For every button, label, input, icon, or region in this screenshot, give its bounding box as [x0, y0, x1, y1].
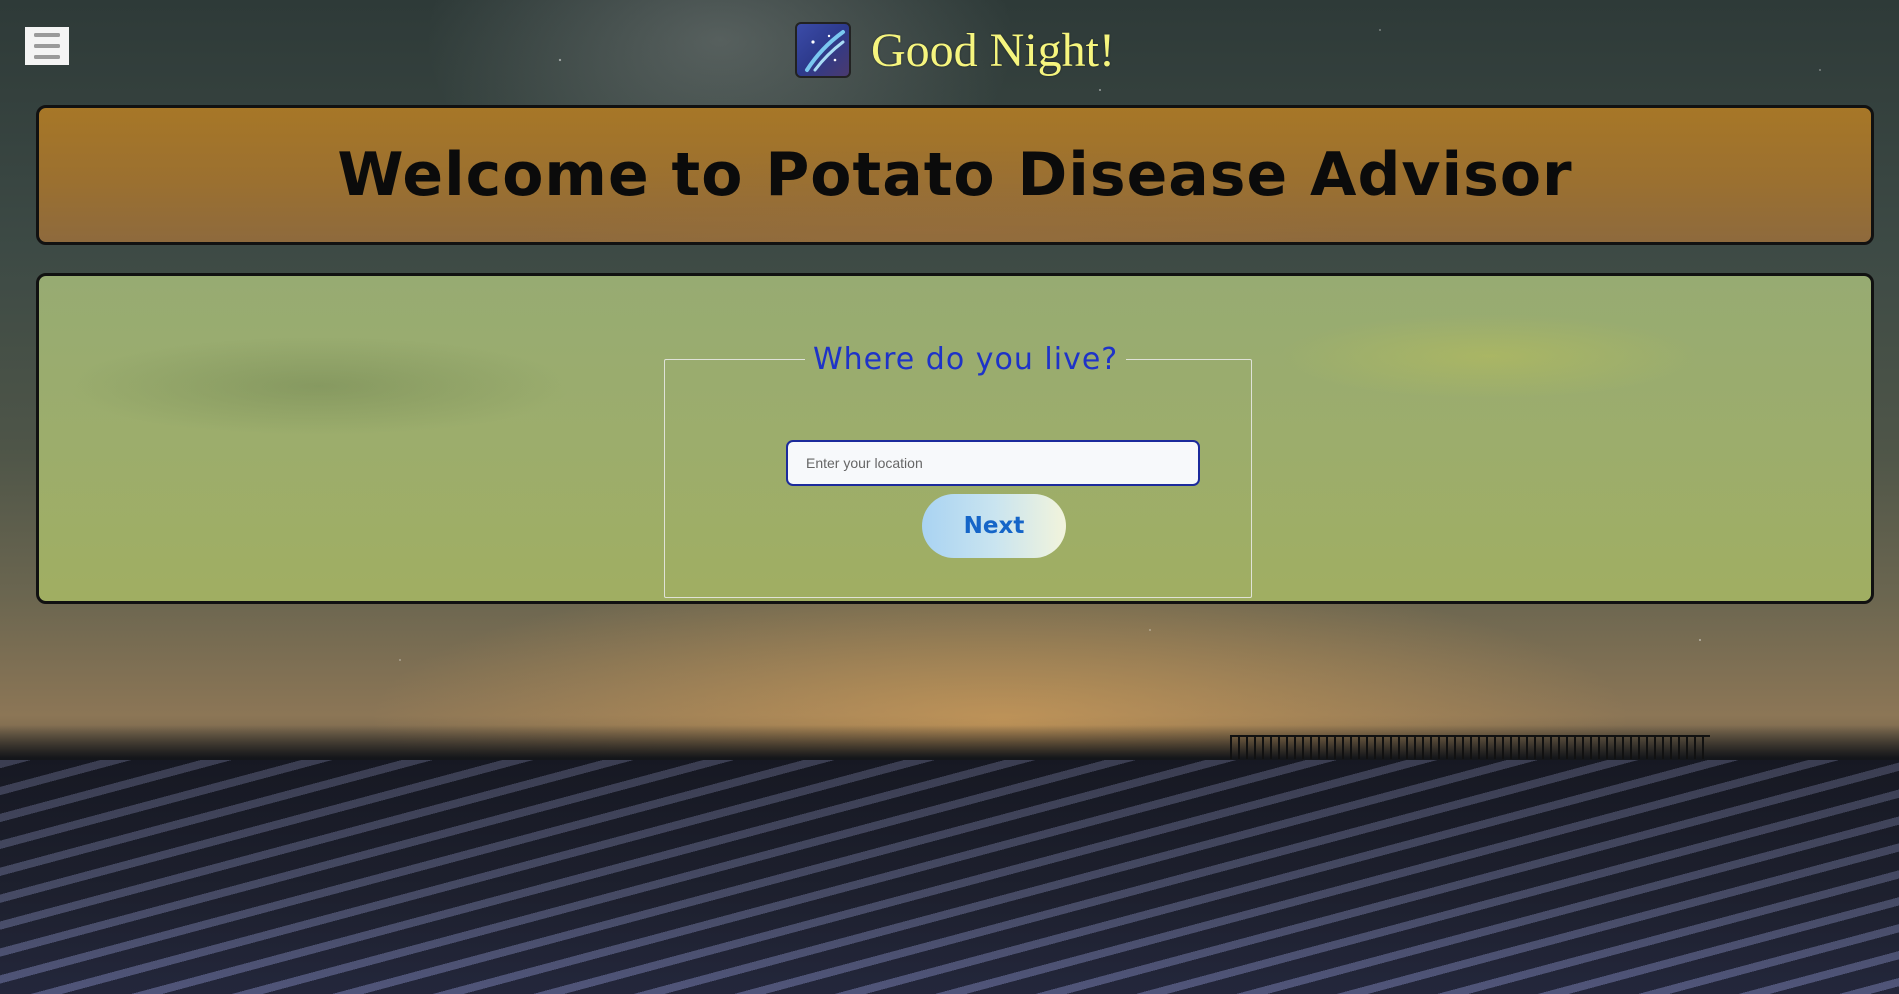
menu-button[interactable]	[25, 27, 69, 65]
page-title: Welcome to Potato Disease Advisor	[337, 140, 1573, 210]
greeting-text: Good Night!	[871, 23, 1115, 77]
location-input[interactable]	[786, 440, 1200, 486]
horizon-fence	[1230, 735, 1710, 759]
location-fieldset: Where do you live? Next	[664, 342, 1252, 598]
night-sky-logo-icon	[795, 22, 851, 78]
plowed-field-background	[0, 760, 1899, 994]
hamburger-menu-icon	[34, 33, 60, 59]
header-brand: Good Night!	[795, 22, 1115, 78]
welcome-banner: Welcome to Potato Disease Advisor	[36, 105, 1874, 245]
next-button[interactable]: Next	[922, 494, 1066, 558]
location-panel: Where do you live? Next	[36, 273, 1874, 604]
location-legend: Where do you live?	[813, 342, 1119, 377]
